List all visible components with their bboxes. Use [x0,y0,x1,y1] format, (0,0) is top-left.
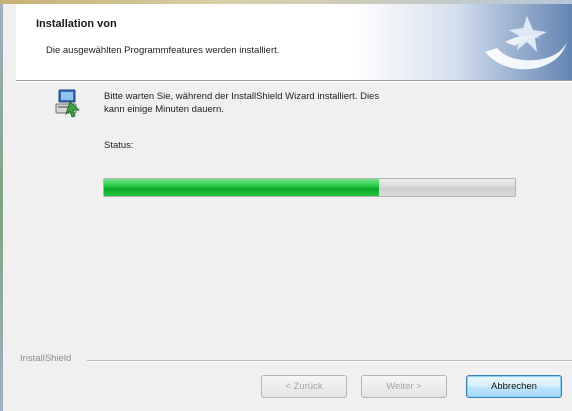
progress-bar [103,178,516,197]
progress-fill [104,179,380,196]
message-line-1: Bitte warten Sie, während der InstallShi… [104,91,380,102]
desktop-edge-top [0,0,572,4]
header-separator [16,80,572,82]
cancel-button[interactable]: Abbrechen [466,375,562,398]
wizard-header: Installation von Die ausgewählten Progra… [16,4,572,80]
setup-computer-icon [55,89,81,118]
message-line-2: kann einige Minuten dauern. [104,104,224,115]
next-button[interactable]: Weiter > [361,375,447,398]
install-message: Bitte warten Sie, während der InstallShi… [104,90,484,116]
installer-window: Installation von Die ausgewählten Progra… [0,0,572,411]
installshield-logo-icon [485,16,567,70]
status-label: Status: [104,140,134,151]
back-button[interactable]: < Zurück [261,375,347,398]
header-title: Installation von [36,18,117,30]
installshield-brand: InstallShield [20,353,72,364]
header-subtitle: Die ausgewählten Programmfeatures werden… [46,45,280,56]
footer-separator [87,360,572,362]
desktop-edge-left [0,0,3,411]
